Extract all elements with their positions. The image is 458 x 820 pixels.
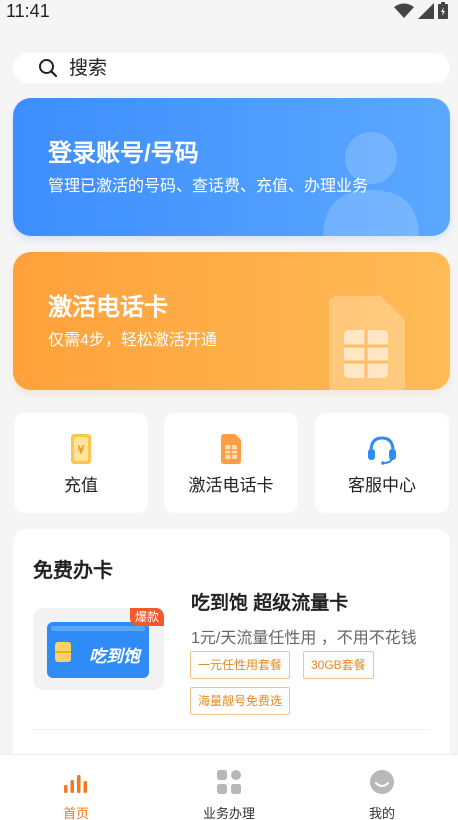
login-banner-title: 登录账号/号码	[48, 140, 199, 167]
quick-recharge[interactable]: ¥ 充值	[14, 413, 148, 513]
grid-icon	[217, 770, 241, 794]
headset-icon	[368, 436, 396, 465]
quick-activate-sim[interactable]: 激活电话卡	[164, 413, 298, 513]
battery-icon	[438, 2, 448, 19]
status-icons	[394, 2, 448, 19]
hot-badge: 爆款	[130, 608, 164, 626]
login-banner-subtitle: 管理已激活的号码、查话费、充值、办理业务	[48, 178, 369, 195]
product-card-text: 吃到饱	[89, 647, 140, 666]
status-bar: 11:41	[0, 0, 458, 26]
home-bars-icon	[64, 775, 87, 793]
wifi-icon	[394, 3, 414, 18]
activate-banner[interactable]: 激活电话卡 仅需4步，轻松激活开通	[13, 252, 450, 390]
tab-services[interactable]: 业务办理	[153, 755, 305, 820]
bottom-tab-bar: 首页 业务办理 我的	[0, 754, 458, 820]
tab-services-label: 业务办理	[202, 806, 255, 820]
login-banner[interactable]: 登录账号/号码 管理已激活的号码、查话费、充值、办理业务	[13, 98, 450, 236]
product-tag: 海量靓号免费选	[190, 687, 291, 715]
quick-activate-sim-label: 激活电话卡	[188, 476, 274, 495]
sim-card-icon	[221, 434, 241, 464]
tab-profile[interactable]: 我的	[306, 755, 458, 820]
section-title: 免费办卡	[33, 560, 113, 582]
free-card-section: 免费办卡 吃到饱 爆款 吃到饱 超级流量卡 1元/天流量任性用 ，不用不花钱 一…	[13, 529, 450, 769]
tab-home[interactable]: 首页	[0, 755, 152, 820]
quick-customer-service-label: 客服中心	[348, 476, 416, 495]
activate-banner-title: 激活电话卡	[48, 294, 168, 321]
search-input[interactable]: 搜索	[69, 59, 107, 79]
search-bar[interactable]: 搜索	[13, 53, 450, 83]
signal-icon	[418, 2, 434, 19]
tab-profile-label: 我的	[368, 806, 395, 820]
status-time: 11:41	[6, 1, 50, 21]
activate-banner-subtitle: 仅需4步，轻松激活开通	[48, 332, 217, 349]
tab-home-label: 首页	[62, 806, 89, 820]
svg-text:¥: ¥	[77, 443, 85, 457]
recharge-icon: ¥	[71, 434, 91, 464]
profile-icon	[370, 770, 394, 794]
product-name[interactable]: 吃到饱 超级流量卡	[191, 588, 348, 615]
divider	[33, 729, 430, 730]
sim-card-large-icon	[329, 296, 405, 390]
quick-customer-service[interactable]: 客服中心	[315, 413, 449, 513]
product-description: 1元/天流量任性用 ，不用不花钱	[191, 630, 417, 647]
product-tag: 一元任性用套餐	[190, 651, 291, 679]
search-icon	[39, 59, 58, 78]
quick-recharge-label: 充值	[64, 476, 98, 495]
product-tag: 30GB套餐	[303, 651, 374, 679]
